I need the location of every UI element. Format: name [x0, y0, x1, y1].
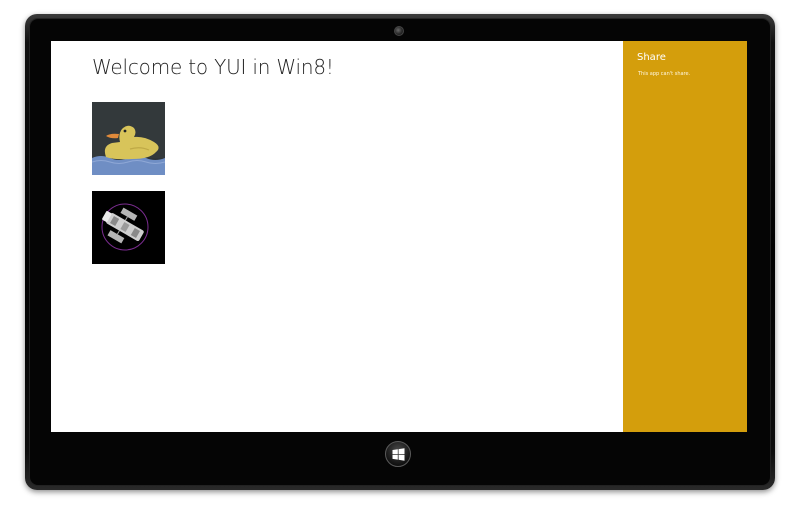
- hubble-image[interactable]: [92, 191, 165, 264]
- app-screen: Welcome to YUI in Win8! Share This app c…: [51, 41, 747, 432]
- camera-icon: [394, 26, 404, 36]
- share-charm-title: Share: [637, 52, 666, 63]
- page-title: Welcome to YUI in Win8!: [92, 55, 334, 79]
- windows-logo-icon: [392, 448, 405, 461]
- duck-picture-icon: [92, 102, 165, 175]
- windows-start-button[interactable]: [385, 441, 411, 467]
- share-charm-message: This app can't share.: [638, 71, 691, 77]
- share-charm-pane: Share This app can't share.: [623, 41, 747, 432]
- duck-image[interactable]: [92, 102, 165, 175]
- telescope-picture-icon: [92, 191, 165, 264]
